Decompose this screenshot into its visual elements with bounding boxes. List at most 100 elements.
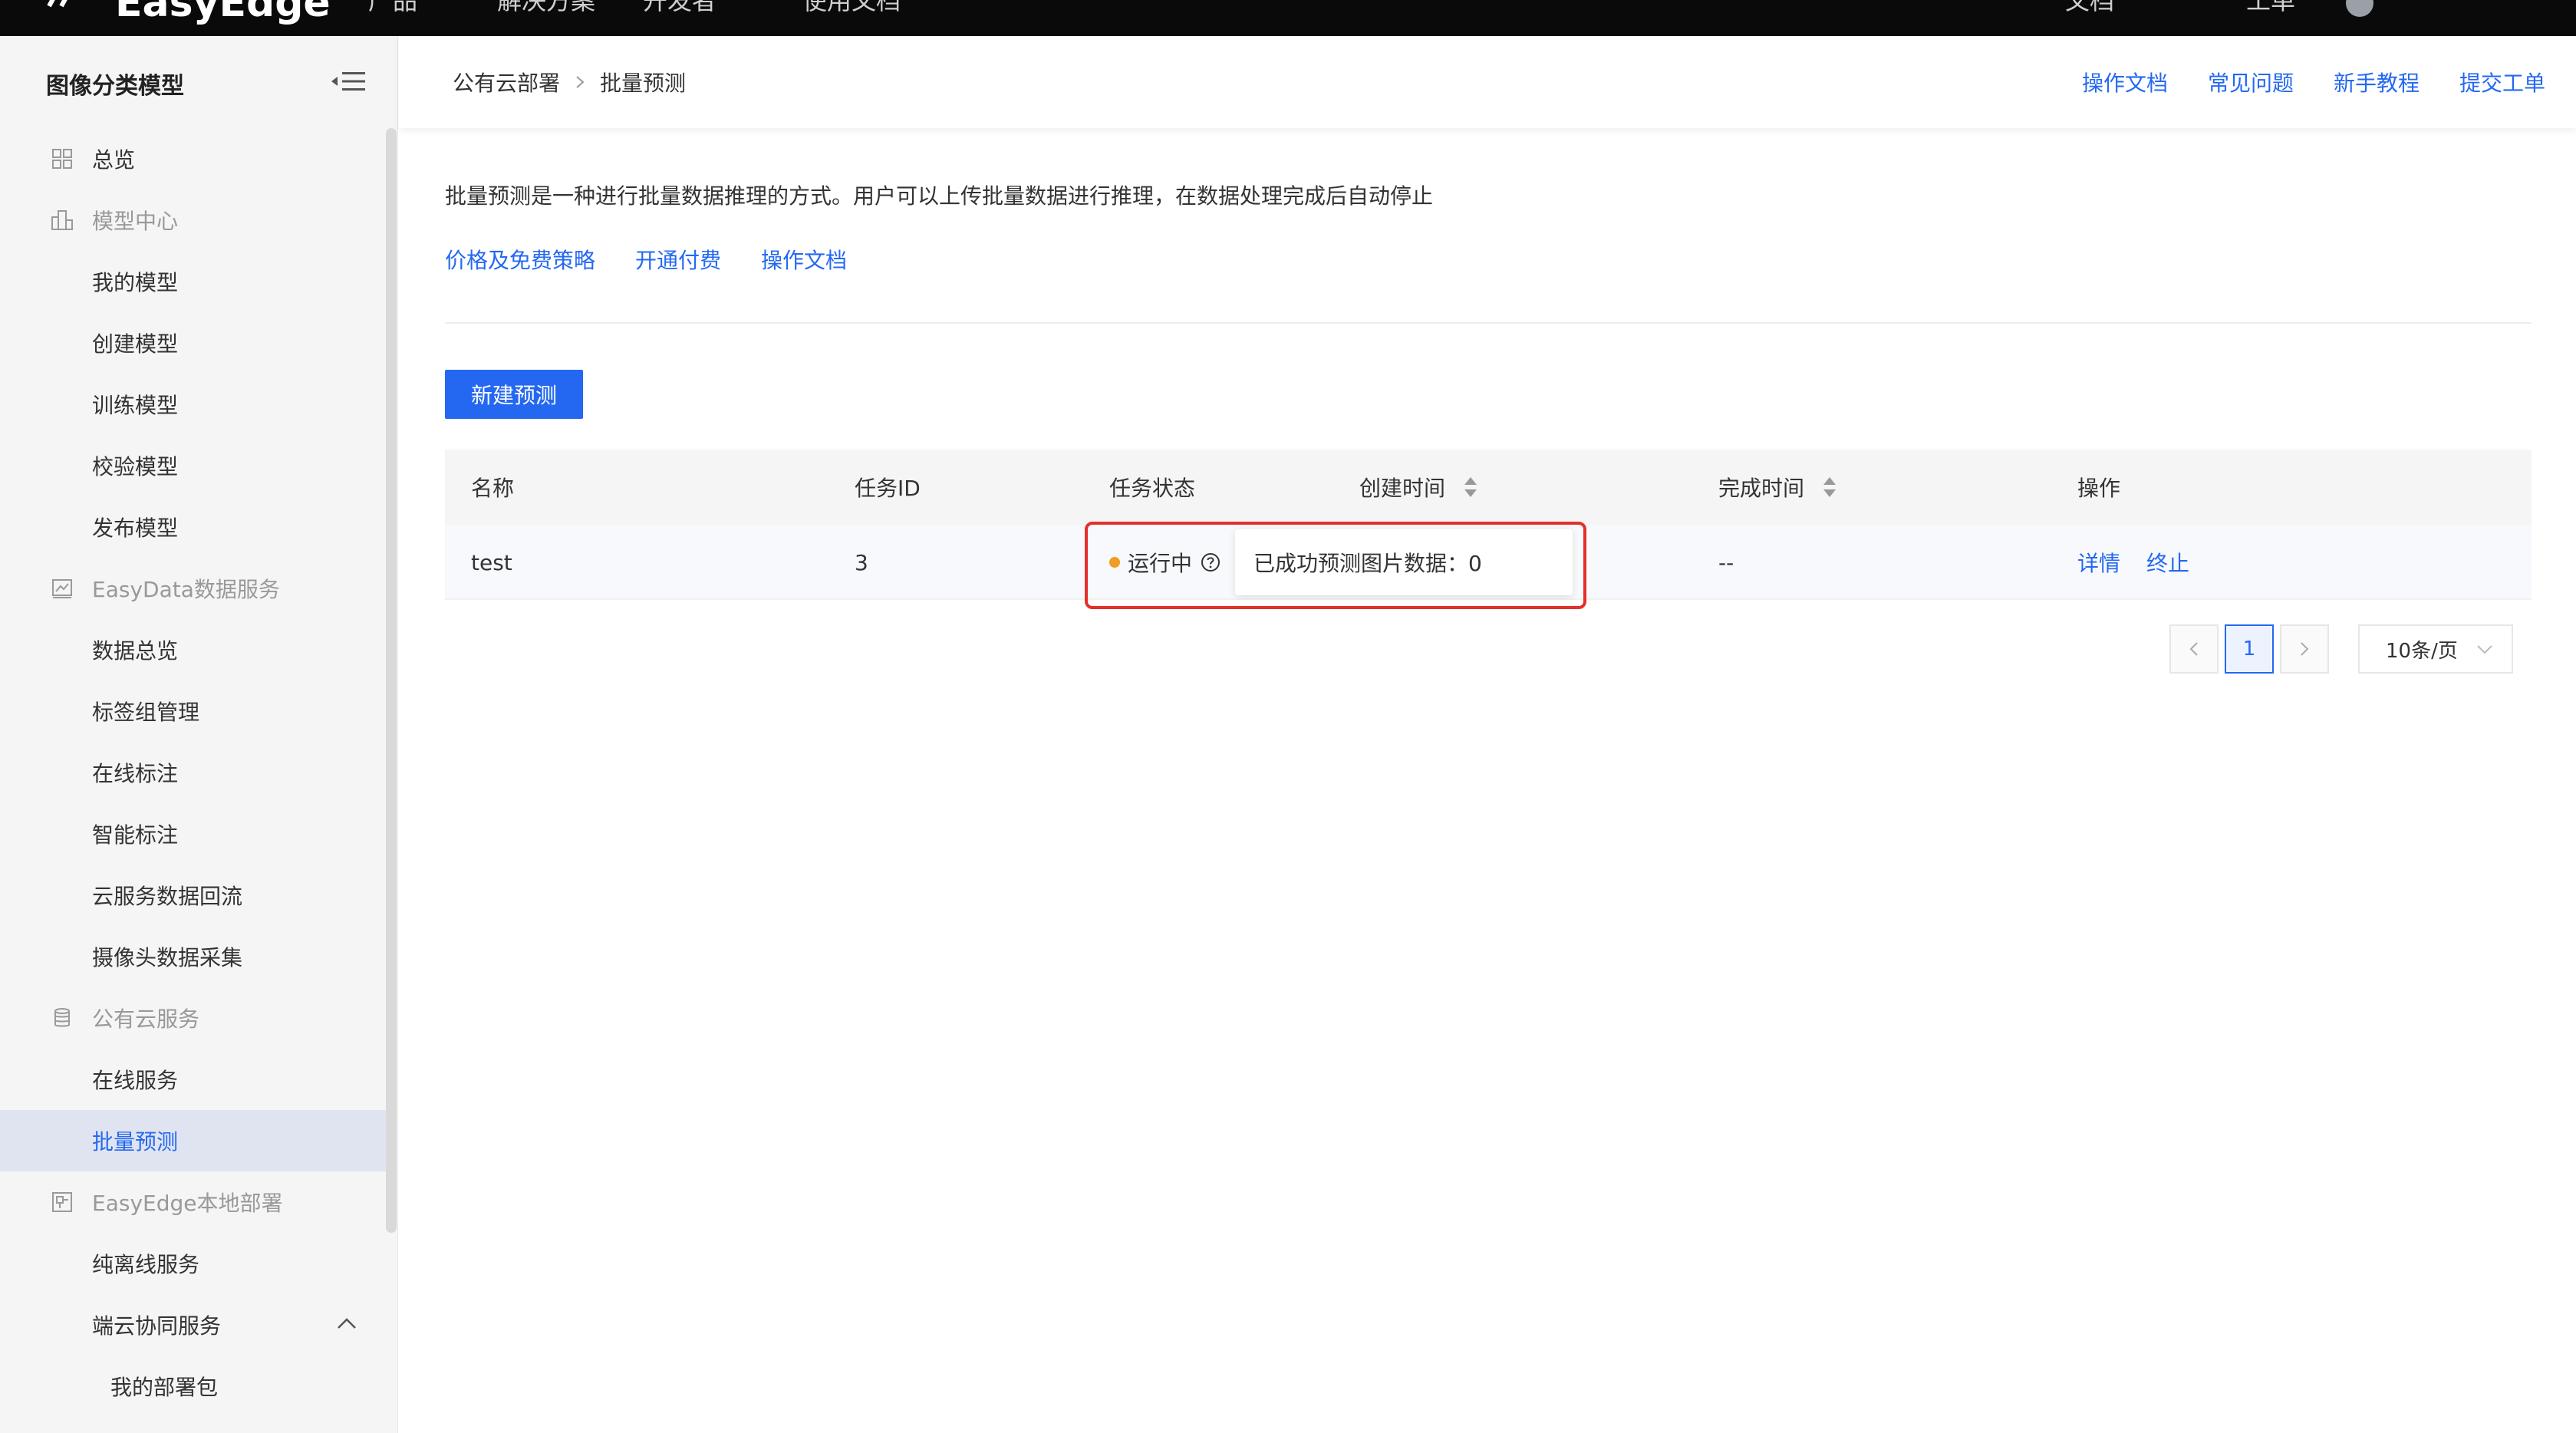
header-link-tutorial[interactable]: 新手教程 [2334, 67, 2420, 97]
breadcrumb-current: 批量预测 [600, 71, 687, 96]
terminate-link[interactable]: 终止 [2146, 547, 2189, 578]
sidebar-item-label: 发布模型 [92, 516, 179, 541]
top-nav-item[interactable]: 工单 [2246, 0, 2295, 17]
column-header-label: 完成时间 [1718, 476, 1805, 501]
header-link-docs[interactable]: 操作文档 [2082, 67, 2168, 97]
sidebar-item-label: 摄像头数据采集 [92, 945, 243, 970]
top-nav-item[interactable]: 文档 [2065, 0, 2114, 17]
sidebar-item-validate-model[interactable]: 校验模型 [0, 435, 386, 496]
sidebar-item-smart-label[interactable]: 智能标注 [0, 803, 386, 865]
page-size-select[interactable]: 10条/页 [2358, 624, 2513, 674]
sidebar-group-label: 模型中心 [92, 209, 179, 234]
chevron-right-icon [2301, 642, 2309, 656]
breadcrumb-item[interactable]: 公有云部署 [453, 67, 560, 97]
breadcrumb: 公有云部署 批量预测 [453, 67, 686, 97]
sidebar-group-easyedge[interactable]: EasyEdge本地部署 [0, 1171, 386, 1233]
column-header-actions: 操作 [2077, 476, 2121, 501]
sidebar-item-label: 云服务数据回流 [92, 884, 243, 909]
sidebar-group-easydata[interactable]: EasyData数据服务 [0, 558, 386, 619]
cell-finish-time: -- [1718, 549, 1734, 575]
new-prediction-button[interactable]: 新建预测 [445, 370, 583, 419]
column-header-label: 创建时间 [1359, 476, 1446, 501]
top-nav-item[interactable]: 产品 [368, 0, 417, 17]
column-header-task-id: 任务ID [855, 476, 921, 501]
column-header-finish-time[interactable]: 完成时间 [1718, 450, 1838, 525]
highlight-box [1085, 522, 1586, 609]
top-nav-item[interactable]: 解决方案 [497, 0, 595, 17]
sidebar-item-data-overview[interactable]: 数据总览 [0, 619, 386, 680]
cell-actions: 详情 终止 [2077, 525, 2215, 600]
header-link-faq[interactable]: 常见问题 [2208, 67, 2294, 97]
column-header-name: 名称 [471, 476, 515, 501]
main-header: 公有云部署 批量预测 操作文档 常见问题 新手教程 提交工单 [399, 36, 2576, 128]
sidebar-item-overview[interactable]: 总览 [0, 128, 386, 189]
chevron-left-icon [2189, 642, 2198, 656]
top-nav-item[interactable]: 开发者 [643, 0, 716, 17]
database-icon [51, 1006, 74, 1029]
sidebar-item-online-label[interactable]: 在线标注 [0, 742, 386, 803]
logo-text[interactable]: EasyEdge [115, 0, 331, 26]
sidebar: 图像分类模型 总览 模型中心 我的模型 创建模型 训练模型 校验模型 发布模型 … [0, 36, 398, 1433]
sidebar-group-public-cloud[interactable]: 公有云服务 [0, 987, 386, 1049]
sidebar-item-online-service[interactable]: 在线服务 [0, 1049, 386, 1110]
sidebar-item-train-model[interactable]: 训练模型 [0, 374, 386, 435]
sidebar-item-label: 在线标注 [92, 761, 179, 786]
building-icon [51, 209, 74, 232]
header-links: 操作文档 常见问题 新手教程 提交工单 [2042, 67, 2545, 97]
avatar[interactable] [2346, 0, 2373, 17]
page-description: 批量预测是一种进行批量数据推理的方式。用户可以上传批量数据进行推理，在数据处理完… [445, 183, 1434, 209]
deploy-icon [51, 1191, 74, 1214]
page-button-current[interactable]: 1 [2225, 624, 2274, 674]
sidebar-item-label: 数据总览 [92, 638, 179, 664]
column-header-create-time[interactable]: 创建时间 [1359, 450, 1479, 525]
sidebar-group-model-center[interactable]: 模型中心 [0, 189, 386, 251]
detail-link[interactable]: 详情 [2077, 547, 2120, 578]
sidebar-item-my-models[interactable]: 我的模型 [0, 251, 386, 312]
chevron-up-icon[interactable] [336, 1316, 357, 1331]
sidebar-item-edge-cloud[interactable]: 端云协同服务 [0, 1294, 386, 1356]
sidebar-item-offline-service[interactable]: 纯离线服务 [0, 1233, 386, 1294]
sidebar-item-label-group[interactable]: 标签组管理 [0, 680, 386, 742]
sidebar-title: 图像分类模型 [46, 73, 184, 100]
sidebar-item-batch-predict[interactable]: 批量预测 [0, 1110, 386, 1171]
column-header-status: 任务状态 [1109, 476, 1196, 501]
sidebar-item-label: 校验模型 [92, 454, 179, 479]
grid-icon [51, 147, 74, 170]
sidebar-item-label: 端云协同服务 [92, 1313, 222, 1339]
sidebar-item-label: 在线服务 [92, 1068, 179, 1093]
sidebar-item-label: 纯离线服务 [92, 1252, 200, 1277]
sidebar-item-label: 训练模型 [92, 393, 179, 418]
sidebar-item-camera-collect[interactable]: 摄像头数据采集 [0, 926, 386, 987]
sidebar-item-label: 我的模型 [92, 270, 179, 295]
sidebar-item-label: 创建模型 [92, 331, 179, 357]
header-link-ticket[interactable]: 提交工单 [2459, 67, 2545, 97]
link-pricing[interactable]: 价格及免费策略 [445, 244, 595, 275]
sort-icon[interactable] [1462, 473, 1479, 501]
cell-name: test [471, 549, 512, 575]
sidebar-item-publish-model[interactable]: 发布模型 [0, 496, 386, 558]
top-nav-item[interactable]: 使用文档 [802, 0, 901, 17]
sidebar-group-label: 公有云服务 [92, 1006, 200, 1032]
next-page-button[interactable] [2280, 624, 2329, 674]
link-activate-payment[interactable]: 开通付费 [635, 244, 721, 275]
content-links: 价格及免费策略 开通付费 操作文档 [445, 244, 887, 275]
prev-page-button[interactable] [2169, 624, 2219, 674]
table-header: 名称 任务ID 任务状态 创建时间 完成时间 操作 [445, 450, 2532, 525]
sidebar-scrollbar[interactable] [386, 128, 397, 1233]
divider [445, 322, 2532, 324]
logo-icon [47, 0, 68, 8]
sidebar-item-create-model[interactable]: 创建模型 [0, 312, 386, 374]
pagination: 1 10条/页 [2169, 624, 2513, 674]
link-operation-docs[interactable]: 操作文档 [761, 244, 847, 275]
sort-icon[interactable] [1821, 473, 1838, 501]
sidebar-item-cloud-reflow[interactable]: 云服务数据回流 [0, 865, 386, 926]
sidebar-item-label: 我的部署包 [110, 1375, 219, 1400]
chevron-down-icon [2477, 645, 2492, 654]
sidebar-item-my-packages[interactable]: 我的部署包 [0, 1356, 386, 1417]
top-navbar: EasyEdge 产品 解决方案 开发者 使用文档 文档 工单 [0, 0, 2576, 36]
sidebar-group-label: EasyEdge本地部署 [92, 1191, 283, 1216]
collapse-menu-icon[interactable] [330, 70, 367, 93]
chevron-right-icon [576, 76, 585, 88]
sidebar-item-label: 标签组管理 [92, 700, 200, 725]
sidebar-item-label: 总览 [92, 147, 136, 173]
